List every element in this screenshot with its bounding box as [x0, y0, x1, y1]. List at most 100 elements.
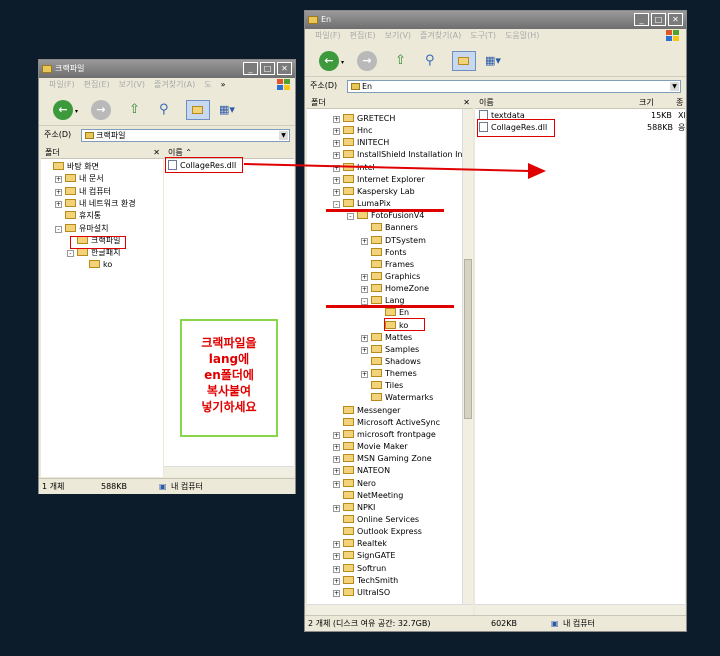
vertical-scrollbar[interactable] — [462, 109, 473, 604]
search-icon[interactable]: ⚲ — [159, 100, 179, 120]
expand-icon[interactable]: + — [55, 176, 62, 184]
tree-item[interactable]: + Themes — [361, 368, 417, 380]
tree-item[interactable]: + Mattes — [361, 332, 412, 344]
collapse-icon[interactable]: - — [333, 201, 340, 209]
tree-item[interactable]: Frames — [361, 259, 414, 271]
menu-tools[interactable]: 도 — [204, 78, 211, 92]
back-dropdown-icon[interactable]: ▾ — [341, 59, 344, 79]
tree-item[interactable]: + Hnc — [333, 125, 372, 137]
menu-favorites[interactable]: 즐겨찾기(A) — [154, 78, 195, 92]
maximize-button[interactable]: □ — [651, 13, 666, 26]
tree-item[interactable]: Messenger — [333, 405, 400, 417]
expand-icon[interactable]: + — [333, 444, 340, 452]
close-button[interactable]: ✕ — [668, 13, 683, 26]
minimize-button[interactable]: _ — [634, 13, 649, 26]
expand-icon[interactable]: + — [333, 480, 340, 488]
expand-icon[interactable]: + — [333, 431, 340, 439]
tree-item[interactable]: Fonts — [361, 247, 407, 259]
tree-item[interactable]: + Samples — [361, 344, 419, 356]
expand-icon[interactable]: + — [55, 200, 62, 208]
tree-item[interactable]: + Intel — [333, 162, 375, 174]
forward-icon[interactable]: → — [91, 100, 111, 120]
tree-item[interactable]: + 내 컴퓨터 — [55, 186, 111, 198]
tree-item[interactable]: Outlook Express — [333, 526, 422, 538]
expand-icon[interactable]: + — [361, 273, 368, 281]
expand-icon[interactable]: + — [333, 116, 340, 123]
left-title-bar[interactable]: 크랙파일 _ □ ✕ — [39, 60, 295, 78]
collapse-icon[interactable]: - — [347, 213, 354, 221]
expand-icon[interactable]: + — [361, 237, 368, 245]
tree-item[interactable]: Microsoft ActiveSync — [333, 417, 440, 429]
tree-item[interactable]: + GRETECH — [333, 113, 395, 125]
tree-item[interactable]: + UltraISO — [333, 587, 390, 599]
tree-item[interactable]: + Movie Maker — [333, 441, 408, 453]
expand-icon[interactable]: + — [333, 565, 340, 573]
close-button[interactable]: ✕ — [277, 62, 292, 75]
tree-item[interactable]: + NATEON — [333, 465, 390, 477]
back-icon[interactable]: ← — [53, 100, 73, 120]
expand-icon[interactable]: + — [333, 176, 340, 184]
folders-icon[interactable] — [452, 51, 476, 71]
right-title-bar[interactable]: En _ □ ✕ — [305, 11, 686, 29]
expand-icon[interactable]: + — [361, 346, 368, 354]
scroll-thumb[interactable] — [464, 259, 472, 419]
tree-item[interactable]: + MSN Gaming Zone — [333, 453, 432, 465]
expand-icon[interactable]: + — [333, 504, 340, 512]
tree-item[interactable]: + 내 문서 — [55, 173, 104, 185]
tree-item[interactable]: Watermarks — [361, 392, 433, 404]
minimize-button[interactable]: _ — [243, 62, 258, 75]
tree-item[interactable]: ko — [79, 259, 112, 271]
tree-item[interactable]: + Kaspersky Lab — [333, 186, 415, 198]
tree-item[interactable]: + InstallShield Installation Inform — [333, 149, 473, 161]
tree-item[interactable]: 바탕 화면 — [43, 161, 99, 173]
tree-item[interactable]: + NPKI — [333, 502, 375, 514]
close-pane-icon[interactable]: ✕ — [463, 97, 470, 109]
horizontal-scrollbar[interactable] — [307, 604, 473, 615]
tree-item[interactable]: + SignGATE — [333, 550, 395, 562]
tree-item[interactable]: NetMeeting — [333, 490, 403, 502]
expand-icon[interactable]: + — [361, 286, 368, 294]
expand-icon[interactable]: + — [55, 188, 62, 196]
expand-icon[interactable]: + — [333, 553, 340, 561]
close-pane-icon[interactable]: ✕ — [153, 147, 160, 159]
menu-tools[interactable]: 도구(T) — [470, 29, 496, 43]
address-dropdown-icon[interactable]: ▼ — [670, 82, 679, 91]
folders-icon[interactable] — [186, 100, 210, 120]
address-input[interactable]: En ▼ — [347, 80, 681, 93]
horizontal-scrollbar[interactable] — [164, 466, 294, 477]
tree-item[interactable]: + Nero — [333, 478, 376, 490]
views-icon[interactable]: ▦▾ — [219, 100, 241, 120]
expand-icon[interactable]: + — [333, 164, 340, 172]
expand-icon[interactable]: + — [333, 188, 340, 196]
forward-icon[interactable]: → — [357, 51, 377, 71]
menu-view[interactable]: 보기(V) — [385, 29, 411, 43]
back-icon[interactable]: ← — [319, 51, 339, 71]
back-dropdown-icon[interactable]: ▾ — [75, 108, 78, 128]
tree-item[interactable]: + Realtek — [333, 538, 387, 550]
expand-icon[interactable]: + — [333, 140, 340, 148]
expand-icon[interactable]: + — [333, 468, 340, 476]
expand-icon[interactable]: + — [333, 152, 340, 160]
expand-icon[interactable]: + — [333, 456, 340, 464]
tree-item[interactable]: - 유마설치 — [55, 223, 108, 235]
column-name[interactable]: 이름 — [479, 97, 494, 109]
tree-item[interactable]: + 내 네트워크 환경 — [55, 198, 136, 210]
tree-item[interactable]: + HomeZone — [361, 283, 429, 295]
expand-icon[interactable]: + — [333, 128, 340, 136]
menu-overflow-chevron[interactable]: » — [221, 78, 226, 92]
search-icon[interactable]: ⚲ — [425, 51, 445, 71]
tree-item[interactable]: Shadows — [361, 356, 421, 368]
expand-icon[interactable]: + — [361, 371, 368, 379]
address-input[interactable]: 크랙파일 ▼ — [81, 129, 290, 142]
tree-item[interactable]: + Internet Explorer — [333, 174, 425, 186]
tree-item[interactable]: 휴지통 — [55, 210, 101, 222]
tree-item[interactable]: + microsoft frontpage — [333, 429, 436, 441]
tree-item[interactable]: Tiles — [361, 380, 403, 392]
tree-item[interactable]: + Softrun — [333, 563, 386, 575]
expand-icon[interactable]: + — [361, 334, 368, 342]
menu-edit[interactable]: 편집(E) — [84, 78, 110, 92]
up-folder-icon[interactable]: ⇧ — [129, 100, 147, 120]
horizontal-scrollbar[interactable] — [475, 604, 685, 615]
menu-file[interactable]: 파일(F) — [315, 29, 341, 43]
address-dropdown-icon[interactable]: ▼ — [279, 131, 288, 140]
